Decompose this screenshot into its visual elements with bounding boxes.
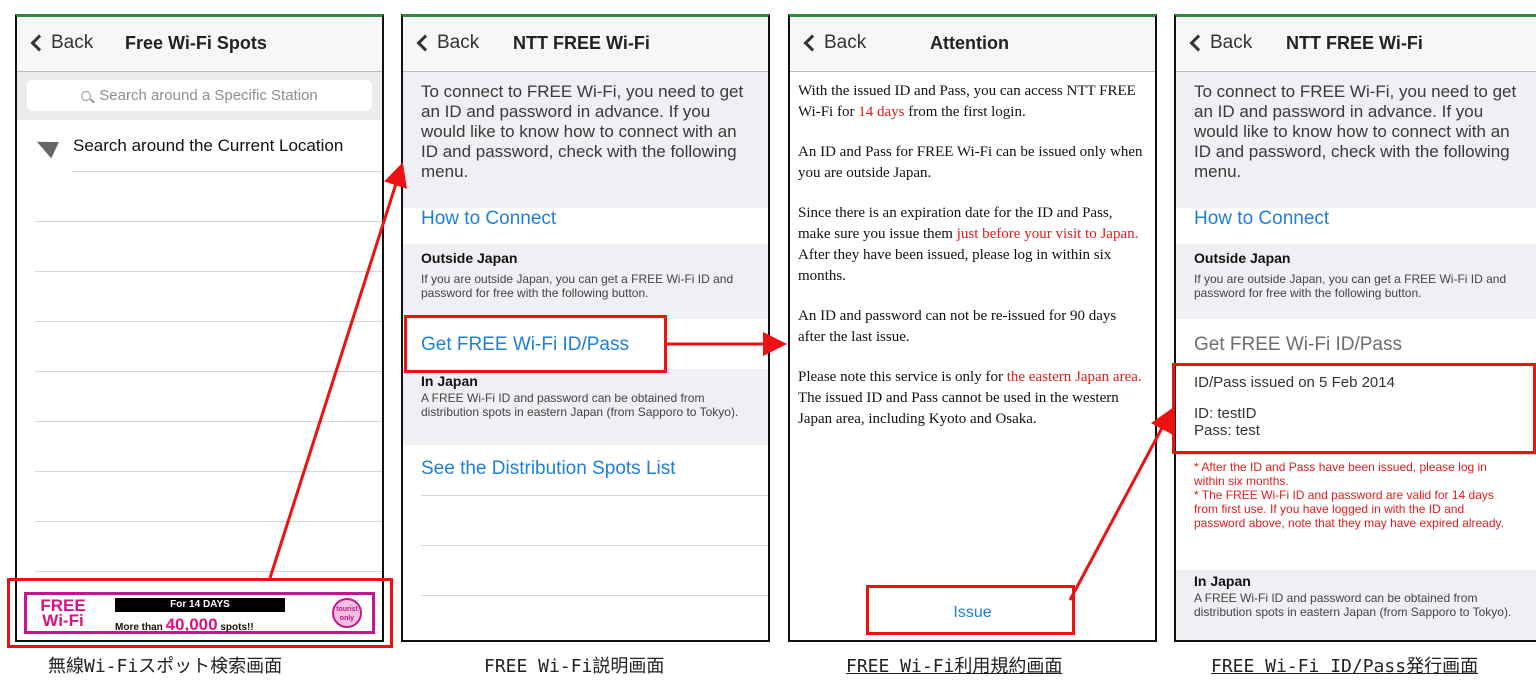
caption-screen-1: 無線Wi-Fiスポット検索画面	[48, 656, 283, 677]
caption-screen-2: FREE Wi-Fi説明画面	[484, 656, 665, 677]
flow-arrow	[268, 162, 407, 579]
flow-arrow	[1068, 407, 1173, 601]
flow-arrows	[268, 162, 1173, 601]
caption-screen-3: FREE Wi-Fi利用規約画面	[846, 656, 1063, 677]
caption-screen-4: FREE Wi-Fi ID/Pass発行画面	[1211, 656, 1479, 677]
